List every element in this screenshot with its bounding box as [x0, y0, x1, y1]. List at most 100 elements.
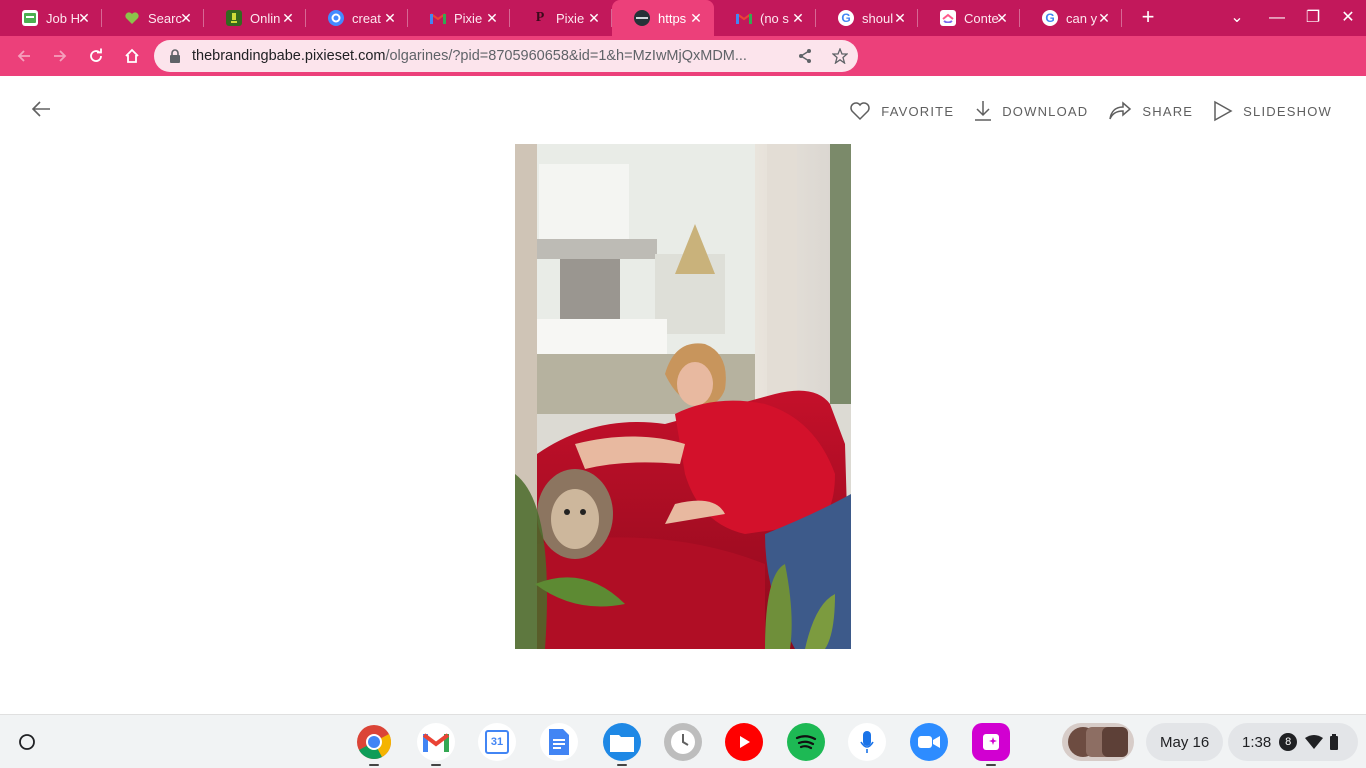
browser-tab[interactable]: Job H ✕ [0, 0, 102, 36]
back-button[interactable] [6, 38, 42, 74]
date-tray[interactable]: May 16 [1146, 723, 1224, 761]
chrome-icon [357, 725, 391, 759]
share-label: SHARE [1142, 103, 1194, 119]
screenshot-thumbnails-icon [1068, 727, 1128, 757]
site-favicon-icon [634, 10, 650, 26]
browser-tab[interactable]: Searc ✕ [102, 0, 204, 36]
close-window-icon[interactable]: ✕ [1330, 0, 1366, 36]
home-button[interactable] [114, 38, 150, 74]
share-button[interactable]: SHARE [1108, 101, 1193, 121]
back-to-gallery-icon[interactable] [30, 98, 52, 120]
gallery-viewer: FAVORITE DOWNLOAD SHARE SLIDESHOW [0, 76, 1366, 714]
close-tab-icon[interactable]: ✕ [76, 10, 92, 26]
docs-app[interactable] [540, 723, 578, 761]
status-tray[interactable]: 1:38 8 [1228, 723, 1358, 761]
favorite-label: FAVORITE [881, 103, 955, 119]
clock-app[interactable] [664, 723, 702, 761]
wifi-icon [1305, 735, 1324, 749]
browser-tab[interactable]: G shoul ✕ [816, 0, 918, 36]
back-arrow-icon [17, 50, 30, 62]
running-indicator [617, 764, 627, 766]
bookmark-star-icon[interactable] [832, 48, 848, 64]
browser-tab[interactable]: (no s ✕ [714, 0, 816, 36]
play-icon [1214, 100, 1233, 122]
create-favicon-icon [328, 10, 344, 26]
address-bar[interactable]: thebrandingbabe.pixieset.com/olgarines/?… [154, 40, 858, 72]
zoom-app[interactable] [910, 723, 948, 761]
download-button[interactable]: DOWNLOAD [974, 100, 1088, 122]
close-tab-icon[interactable]: ✕ [994, 10, 1010, 26]
favorite-button[interactable]: FAVORITE [849, 101, 954, 121]
calendar-icon: 31 [485, 730, 509, 754]
chrome-app[interactable] [355, 723, 393, 766]
close-tab-icon[interactable]: ✕ [688, 10, 704, 26]
clock-icon [671, 730, 695, 754]
browser-tab[interactable]: G can y ✕ [1020, 0, 1122, 36]
calendar-app[interactable]: 31 [478, 723, 516, 761]
browser-tab[interactable]: creat ✕ [306, 0, 408, 36]
reload-button[interactable] [78, 38, 114, 74]
browser-tab-active[interactable]: https ✕ [612, 0, 714, 36]
spotify-app[interactable] [787, 723, 825, 761]
share-icon [1109, 101, 1132, 120]
running-indicator [431, 764, 441, 766]
gmail-favicon-icon [736, 10, 752, 26]
download-label: DOWNLOAD [1002, 103, 1089, 119]
running-indicator [369, 764, 379, 766]
forward-arrow-icon [54, 50, 67, 62]
launcher-button[interactable] [10, 725, 44, 759]
time-text: 1:38 [1242, 733, 1272, 751]
battery-icon [1330, 734, 1339, 750]
minimize-icon[interactable]: — [1259, 0, 1295, 36]
close-tab-icon[interactable]: ✕ [790, 10, 806, 26]
holding-space-thumbnails[interactable] [1062, 723, 1134, 761]
url-domain: thebrandingbabe.pixieset.com [192, 48, 386, 64]
close-tab-icon[interactable]: ✕ [892, 10, 908, 26]
files-app[interactable] [603, 723, 641, 766]
gmail-app[interactable] [417, 723, 455, 766]
gmail-favicon-icon [430, 10, 446, 26]
forward-button[interactable] [42, 38, 78, 74]
youtube-app[interactable] [725, 723, 763, 761]
google-favicon-icon: G [1042, 10, 1058, 26]
close-tab-icon[interactable]: ✕ [1096, 10, 1112, 26]
lock-icon[interactable] [168, 49, 182, 63]
share-page-icon[interactable] [797, 48, 813, 64]
files-folder-icon [610, 735, 634, 752]
online-favicon-icon [226, 10, 242, 26]
tab-search-chevron-icon[interactable]: ⌄ [1219, 0, 1255, 36]
new-tab-button[interactable]: + [1130, 0, 1166, 36]
slideshow-button[interactable]: SLIDESHOW [1213, 100, 1332, 122]
reload-icon [90, 48, 102, 62]
youtube-play-icon [740, 736, 750, 748]
gallery-photo[interactable] [515, 144, 851, 649]
browser-tab[interactable]: Onlin ✕ [204, 0, 306, 36]
close-tab-icon[interactable]: ✕ [586, 10, 602, 26]
pixieset-favicon-icon: P [535, 10, 545, 25]
url-text[interactable]: thebrandingbabe.pixieset.com/olgarines/?… [192, 48, 792, 64]
zoom-camera-icon [918, 736, 940, 748]
gmail-icon [423, 733, 449, 752]
voice-recorder-app[interactable] [848, 723, 886, 761]
browser-tab[interactable]: Pixie ✕ [408, 0, 510, 36]
browser-tab[interactable]: Conte ✕ [918, 0, 1020, 36]
close-tab-icon[interactable]: ✕ [280, 10, 296, 26]
spotify-icon [795, 735, 817, 750]
running-indicator [986, 764, 996, 766]
google-favicon-icon: G [838, 10, 854, 26]
launcher-circle-icon [19, 734, 35, 750]
notification-badge: 8 [1279, 733, 1298, 751]
close-tab-icon[interactable]: ✕ [484, 10, 500, 26]
job-favicon-icon [22, 10, 38, 26]
docs-icon [549, 729, 569, 755]
browser-tab[interactable]: P Pixie ✕ [510, 0, 612, 36]
close-tab-icon[interactable]: ✕ [178, 10, 194, 26]
restore-window-icon[interactable]: ❐ [1295, 0, 1331, 36]
close-tab-icon[interactable]: ✕ [382, 10, 398, 26]
heart-icon [850, 102, 871, 121]
notification-count: 8 [1285, 736, 1292, 748]
clickup-favicon-icon [940, 10, 956, 26]
photo-actions: FAVORITE DOWNLOAD SHARE SLIDESHOW [829, 100, 1332, 122]
canva-app[interactable] [972, 723, 1010, 766]
system-shelf: 31 May 16 1:38 8 [0, 714, 1366, 768]
